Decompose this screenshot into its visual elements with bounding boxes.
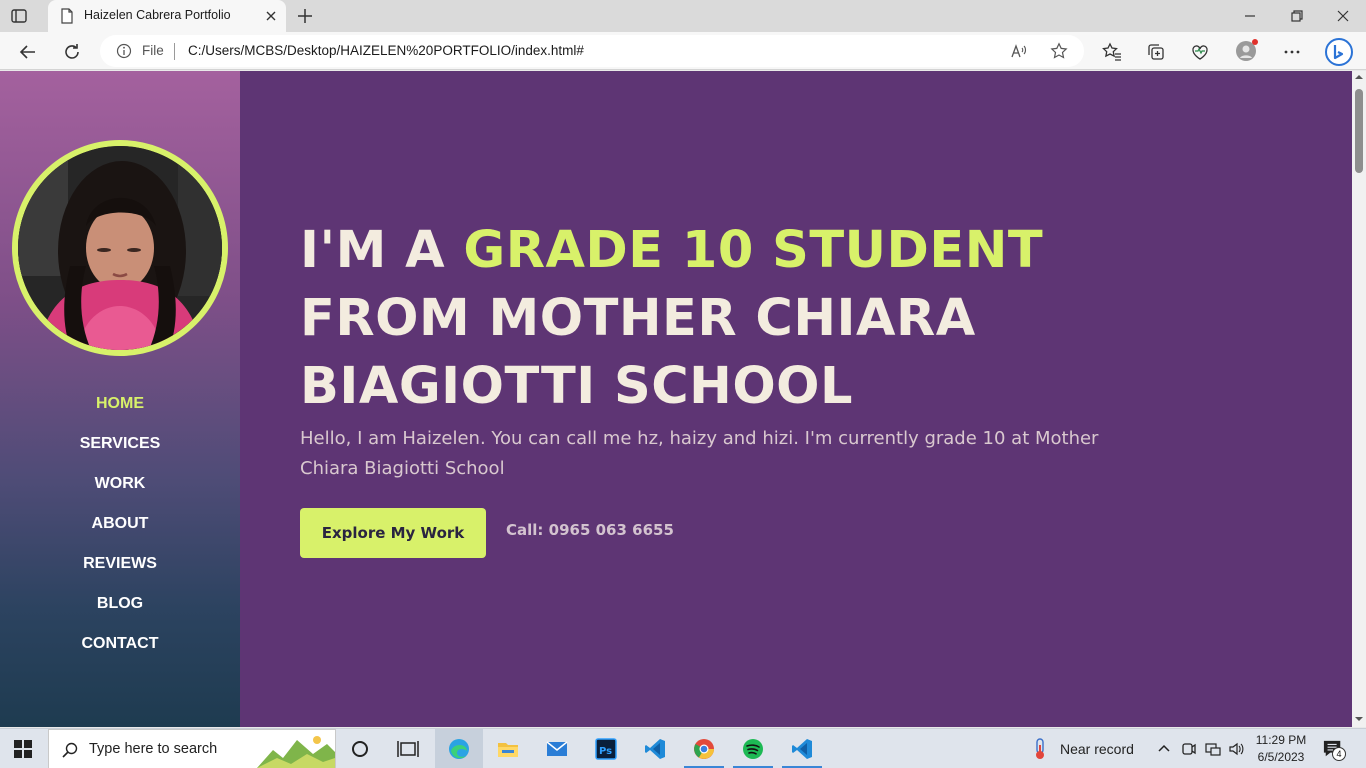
refresh-icon[interactable] (62, 42, 82, 62)
chrome-icon[interactable] (692, 737, 716, 761)
taskbar-search[interactable]: Type here to search (48, 729, 336, 768)
taskbar-clock[interactable]: 11:29 PM 6/5/2023 (1250, 732, 1312, 766)
spotify-icon[interactable] (741, 737, 765, 761)
file-explorer-icon[interactable] (496, 737, 520, 761)
browser-essentials-icon[interactable] (1190, 42, 1210, 62)
clock-time: 11:29 PM (1255, 733, 1307, 747)
close-tab-icon[interactable] (264, 9, 278, 23)
sidebar: HOME SERVICES WORK ABOUT REVIEWS BLOG CO… (0, 71, 240, 727)
explore-work-button[interactable]: Explore My Work (300, 508, 486, 558)
profile-photo (12, 140, 228, 356)
close-window-icon[interactable] (1335, 8, 1351, 24)
nav-about[interactable]: ABOUT (0, 512, 240, 552)
notification-count: 4 (1332, 747, 1346, 761)
nav-contact[interactable]: CONTACT (0, 632, 240, 672)
portfolio-page: HOME SERVICES WORK ABOUT REVIEWS BLOG CO… (0, 71, 1352, 727)
vscode-icon[interactable] (643, 737, 667, 761)
scroll-down-icon[interactable] (1355, 715, 1363, 723)
headline-rest: FROM MOTHER CHIARA BIAGIOTTI SCHOOL (300, 289, 976, 416)
search-placeholder: Type here to search (89, 741, 218, 757)
chevron-up-icon[interactable] (1156, 741, 1172, 757)
site-info-icon[interactable] (116, 43, 132, 59)
browser-toolbar: File C:/Users/MCBS/Desktop/HAIZELEN%20PO… (0, 32, 1366, 70)
scroll-thumb[interactable] (1355, 89, 1363, 173)
nav-work[interactable]: WORK (0, 472, 240, 512)
photoshop-icon[interactable]: Ps (594, 737, 618, 761)
vscode-window-icon[interactable] (790, 737, 814, 761)
hero-intro: Hello, I am Haizelen. You can call me hz… (300, 428, 1099, 479)
restore-icon[interactable] (1289, 8, 1305, 24)
back-icon[interactable] (18, 42, 38, 62)
thermometer-icon[interactable] (1030, 737, 1050, 761)
headline-prefix: I'M A (300, 221, 464, 280)
nav-home[interactable]: HOME (0, 392, 240, 432)
tab-actions-icon[interactable] (10, 7, 28, 25)
windows-start-icon[interactable] (14, 740, 32, 758)
nav-blog[interactable]: BLOG (0, 592, 240, 632)
meet-now-icon[interactable] (1181, 741, 1197, 757)
scroll-up-icon[interactable] (1355, 73, 1363, 81)
new-tab-icon[interactable] (296, 7, 314, 25)
page-favicon-icon (61, 8, 73, 24)
more-menu-icon[interactable] (1282, 42, 1302, 62)
main-nav: HOME SERVICES WORK ABOUT REVIEWS BLOG CO… (0, 392, 240, 672)
address-bar[interactable]: File C:/Users/MCBS/Desktop/HAIZELEN%20PO… (100, 35, 1084, 67)
collections-icon[interactable] (1146, 42, 1166, 62)
edge-icon[interactable] (447, 737, 471, 761)
hero-headline: I'M A GRADE 10 STUDENT FROM MOTHER CHIAR… (300, 217, 1060, 421)
nav-reviews[interactable]: REVIEWS (0, 552, 240, 592)
url-text[interactable]: C:/Users/MCBS/Desktop/HAIZELEN%20PORTFOL… (188, 43, 584, 58)
notification-center[interactable]: 4 (1322, 739, 1346, 761)
read-aloud-icon[interactable] (1010, 42, 1028, 60)
profile-alert-dot (1252, 39, 1258, 45)
page-scrollbar[interactable] (1352, 71, 1366, 727)
url-scheme-label: File (142, 43, 164, 58)
address-divider (174, 43, 175, 60)
hero-section: I'M A GRADE 10 STUDENT FROM MOTHER CHIAR… (240, 71, 1352, 727)
profile-photo-image (18, 146, 222, 350)
favorites-icon[interactable] (1102, 42, 1122, 62)
browser-tab-strip: Haizelen Cabrera Portfolio (0, 0, 1366, 32)
favorite-star-icon[interactable] (1050, 42, 1068, 60)
weather-text[interactable]: Near record (1060, 741, 1134, 757)
nav-services[interactable]: SERVICES (0, 432, 240, 472)
mail-icon[interactable] (545, 737, 569, 761)
network-icon[interactable] (1205, 741, 1221, 757)
cortana-icon[interactable] (348, 737, 372, 761)
tab-title: Haizelen Cabrera Portfolio (84, 8, 231, 22)
volume-icon[interactable] (1228, 741, 1244, 757)
search-icon (62, 742, 78, 758)
bing-chat-icon[interactable] (1324, 37, 1354, 67)
browser-tab[interactable]: Haizelen Cabrera Portfolio (48, 0, 286, 32)
taskbar: Type here to search Ps Near record 11:29… (0, 728, 1366, 768)
task-view-icon[interactable] (396, 737, 420, 761)
search-highlight-art-icon (257, 736, 335, 768)
clock-date: 6/5/2023 (1257, 750, 1305, 764)
minimize-icon[interactable] (1242, 8, 1258, 24)
phone-link[interactable]: Call: 0965 063 6655 (506, 521, 674, 539)
profile-avatar[interactable] (1236, 39, 1258, 61)
svg-text:Ps: Ps (599, 746, 612, 757)
headline-highlight: GRADE 10 STUDENT (463, 221, 1044, 280)
